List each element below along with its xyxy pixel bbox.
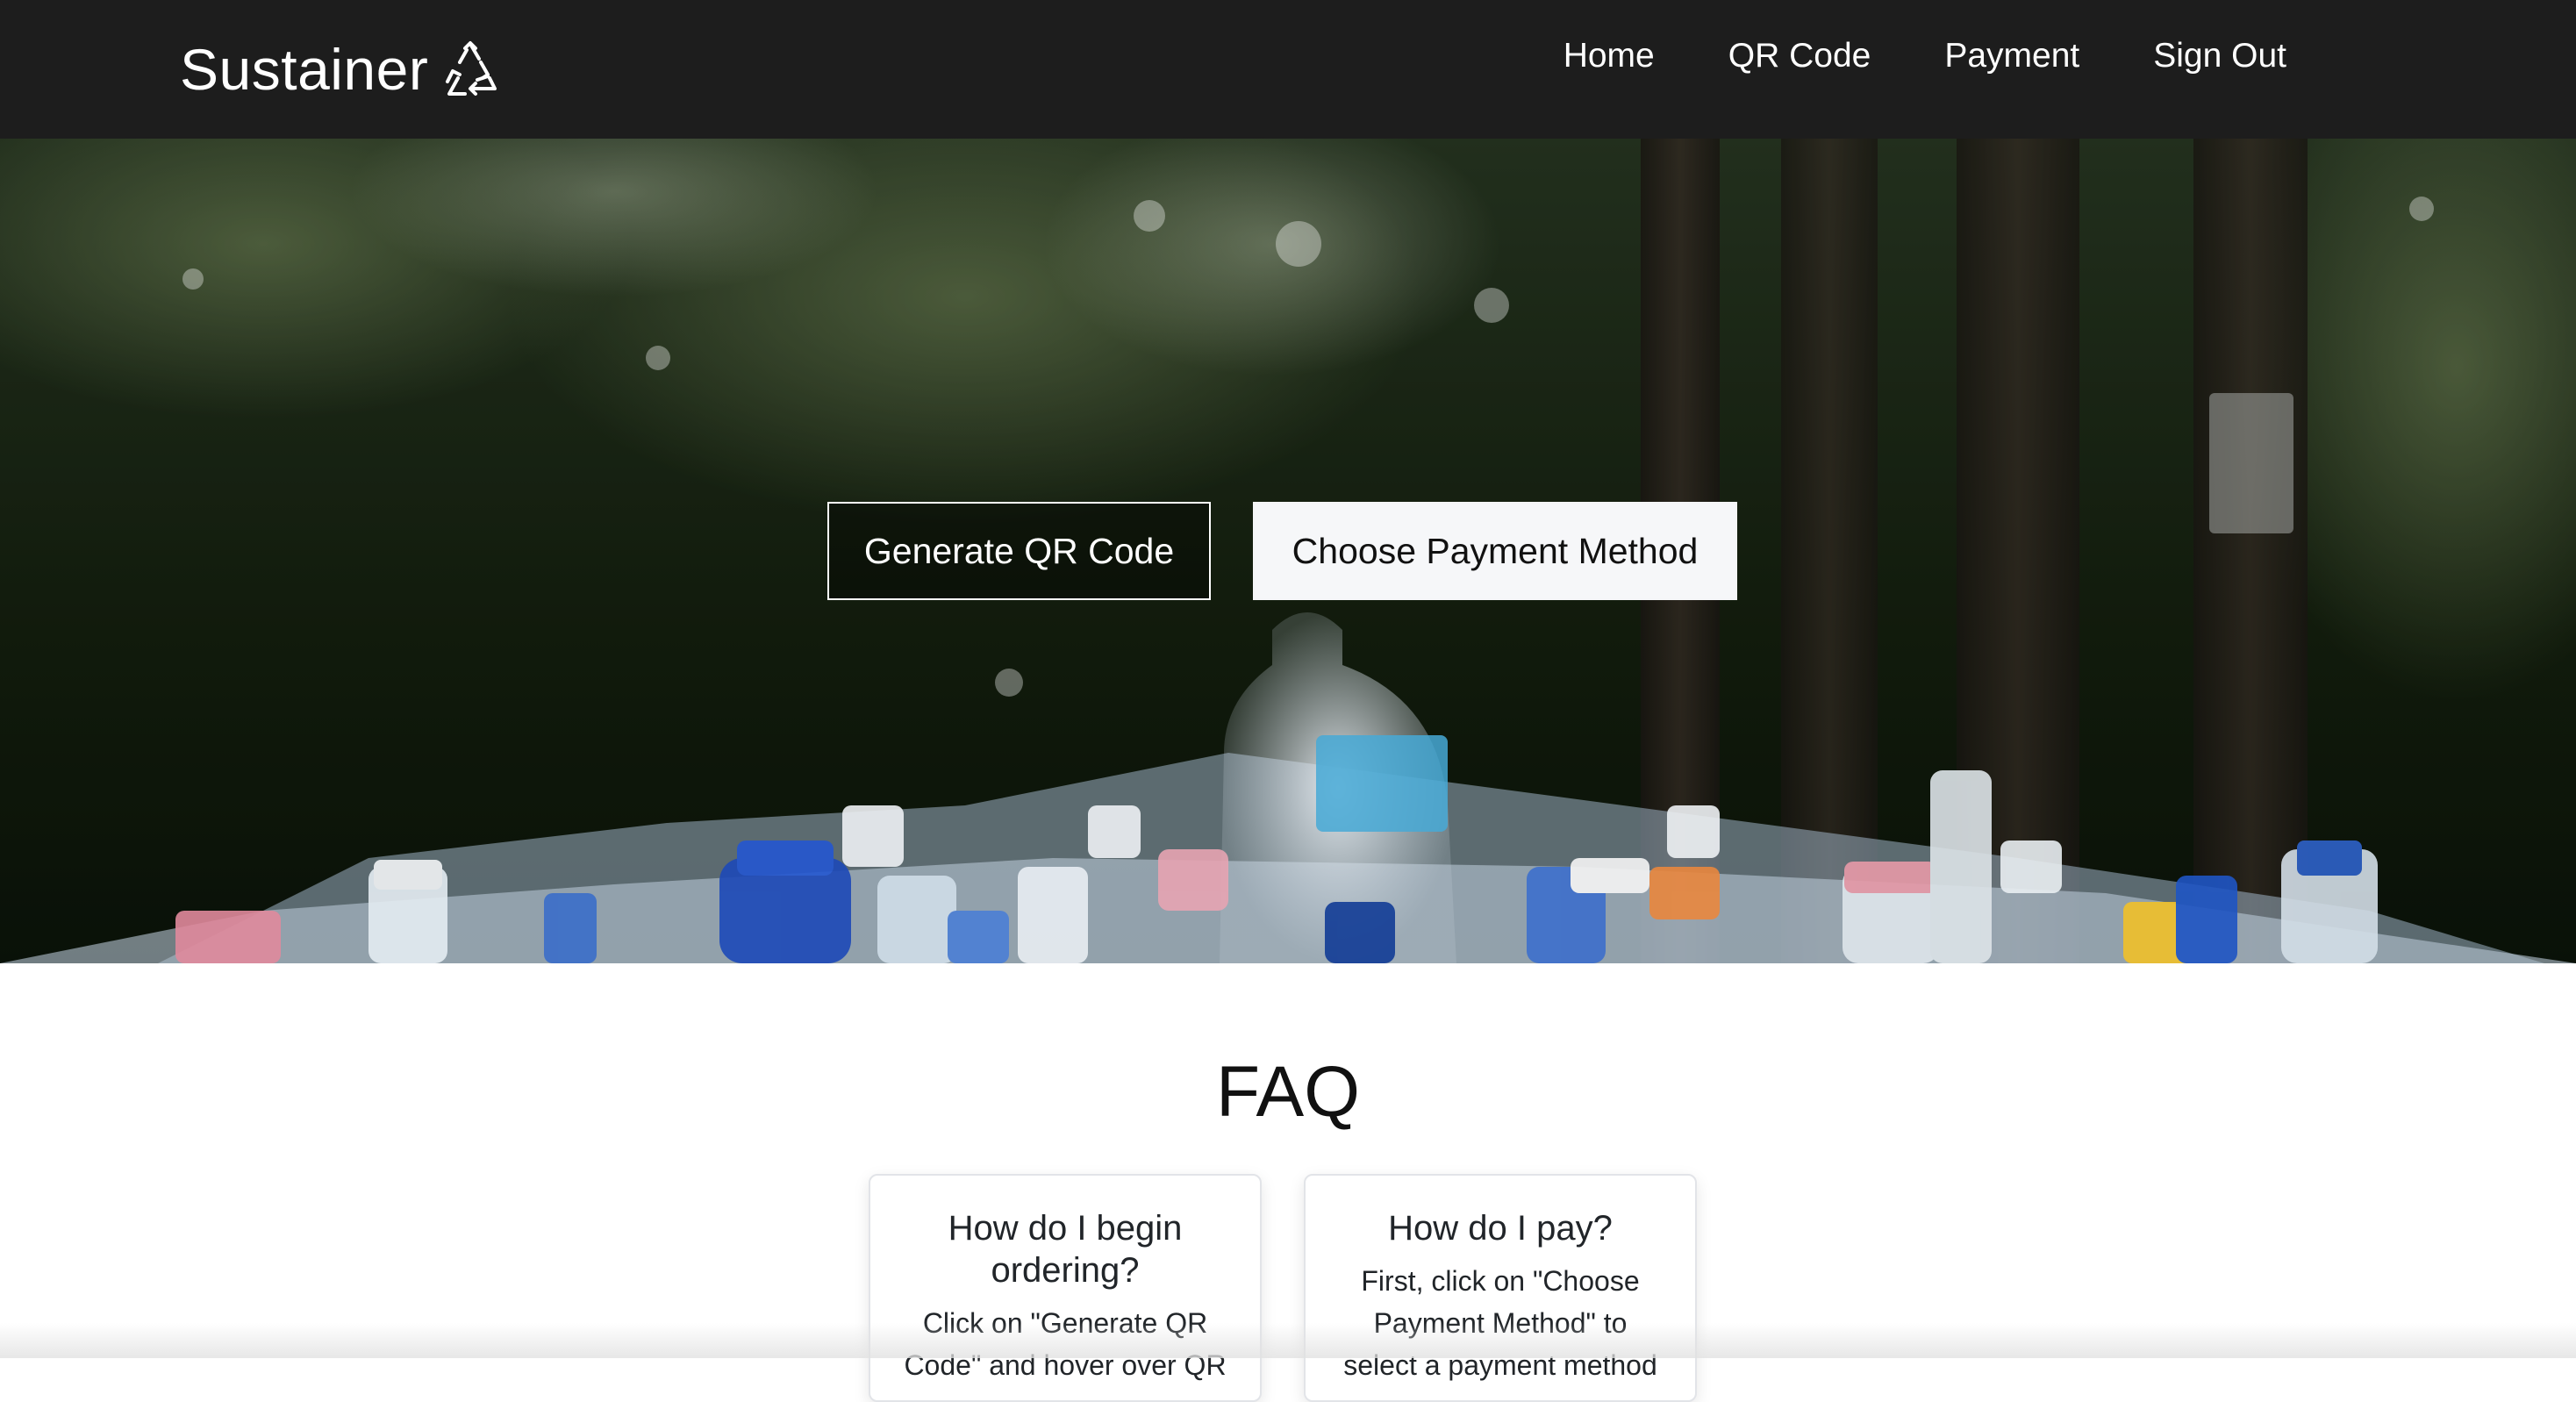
faq-answer: First, click on "Choose Payment Method" … xyxy=(1343,1265,1657,1381)
nav-sign-out-link[interactable]: Sign Out xyxy=(2153,37,2286,75)
faq-card-payment: How do I pay? First, click on "Choose Pa… xyxy=(1304,1174,1697,1402)
faq-title: FAQ xyxy=(1215,1052,1361,1132)
choose-payment-method-button[interactable]: Choose Payment Method xyxy=(1253,502,1737,600)
brand-name: Sustainer xyxy=(180,37,429,102)
recycle-icon xyxy=(440,39,500,99)
hero-actions: Generate QR Code Choose Payment Method xyxy=(827,502,1737,600)
navbar: Sustainer Home QR Code Payment Sign Out xyxy=(0,0,2576,139)
faq-question: How do I begin ordering? xyxy=(948,1209,1183,1290)
nav-payment-link[interactable]: Payment xyxy=(1944,37,2079,75)
generate-qr-code-button[interactable]: Generate QR Code xyxy=(827,502,1211,600)
brand-logo[interactable]: Sustainer xyxy=(180,32,500,107)
faq-answer: Click on "Generate QR Code" and hover ov… xyxy=(904,1307,1227,1381)
faq-question: How do I pay? xyxy=(1388,1209,1613,1248)
faq-section: FAQ How do I begin ordering? Click on "G… xyxy=(0,963,2576,1402)
nav-qr-code-link[interactable]: QR Code xyxy=(1728,37,1871,75)
main-nav: Home QR Code Payment Sign Out xyxy=(1563,28,2286,84)
faq-card-ordering: How do I begin ordering? Click on "Gener… xyxy=(869,1174,1262,1402)
hero-section: Generate QR Code Choose Payment Method xyxy=(0,139,2576,963)
nav-home-link[interactable]: Home xyxy=(1563,37,1655,75)
